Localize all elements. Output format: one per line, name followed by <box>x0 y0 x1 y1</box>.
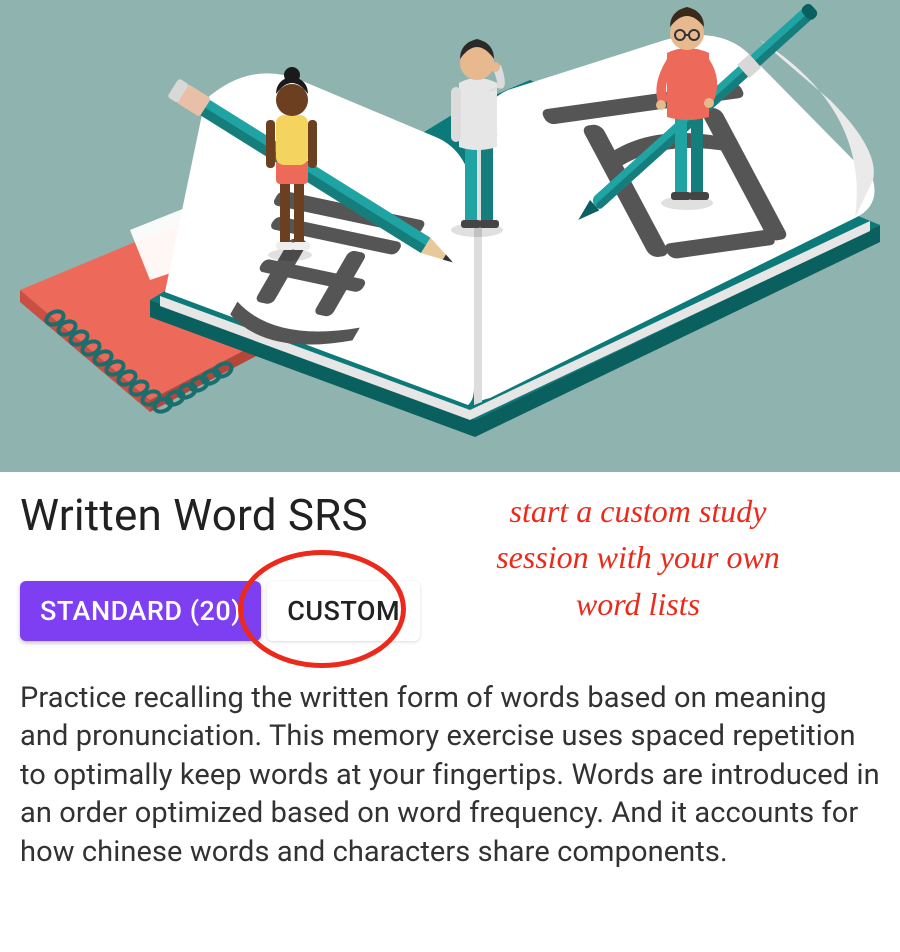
standard-session-button[interactable]: STANDARD (20) <box>20 581 261 641</box>
card-content: Written Word SRS STANDARD (20) CUSTOM Pr… <box>0 472 900 871</box>
session-buttons-row: STANDARD (20) CUSTOM <box>20 581 880 641</box>
annotation-line-2: session with your own <box>496 539 780 575</box>
custom-session-button[interactable]: CUSTOM <box>267 581 420 641</box>
feature-description: Practice recalling the written form of w… <box>20 679 880 872</box>
page-title: Written Word SRS <box>20 490 880 541</box>
book-study-illustration-svg <box>0 0 900 472</box>
hero-illustration <box>0 0 900 472</box>
